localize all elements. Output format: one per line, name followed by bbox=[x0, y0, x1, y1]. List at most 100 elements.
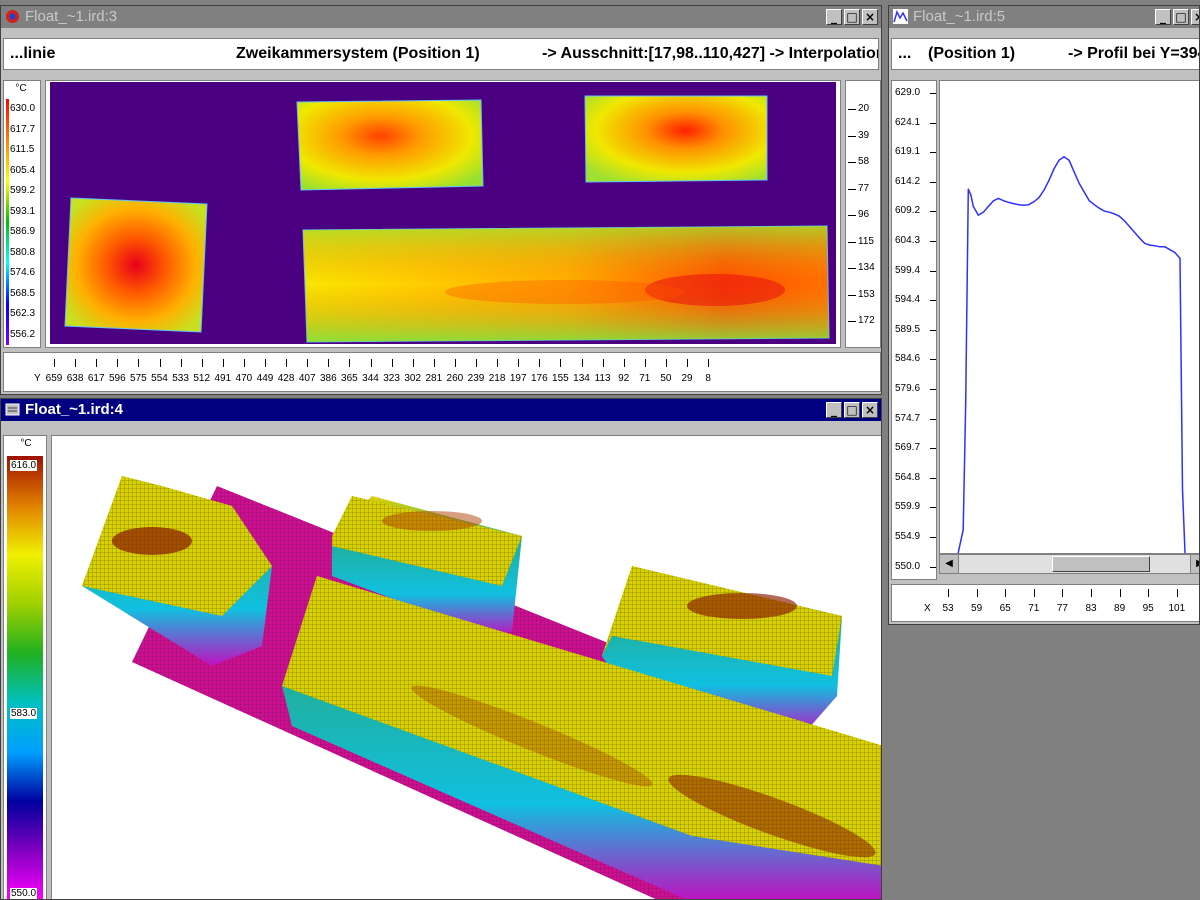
window-menu-icon[interactable] bbox=[5, 402, 20, 417]
tick-label: 96 bbox=[858, 209, 870, 220]
tick-mark bbox=[412, 359, 414, 367]
tick-label: 77 bbox=[858, 182, 870, 194]
tick-mark bbox=[976, 589, 978, 597]
profile-point bbox=[1033, 201, 1035, 203]
tick-mark bbox=[687, 359, 688, 367]
info-center: Zweikammersystem (Position 1) bbox=[236, 45, 480, 62]
tick-label: 323 bbox=[383, 373, 400, 384]
profile-infobar: ... (Position 1) -> Profil bei Y=394 bbox=[891, 38, 1199, 70]
tick-mark bbox=[1176, 589, 1178, 597]
tick-label: 599.4 bbox=[895, 264, 921, 276]
tick-label: 624.1 bbox=[895, 116, 921, 128]
tick-label: 59 bbox=[971, 603, 983, 614]
profile-point bbox=[965, 402, 967, 404]
profile-point bbox=[1093, 204, 1095, 206]
legend-label: 617.7 bbox=[10, 123, 36, 135]
maximize-icon[interactable]: □ bbox=[1173, 9, 1189, 25]
tick-mark bbox=[930, 300, 936, 302]
profile-point bbox=[1073, 171, 1075, 173]
tick-mark bbox=[948, 589, 949, 597]
tick-mark bbox=[54, 359, 55, 367]
tick-mark bbox=[848, 188, 856, 190]
tick-label: 659 bbox=[45, 373, 63, 384]
info-right: -> Ausschnitt:[17,98..110,427] -> Interp… bbox=[542, 45, 879, 62]
minimize-icon[interactable]: _ bbox=[826, 402, 842, 418]
tick-label: 113 bbox=[594, 373, 611, 384]
minimize-icon[interactable]: _ bbox=[1155, 9, 1171, 25]
tick-mark bbox=[930, 418, 936, 420]
tick-label: 281 bbox=[425, 373, 443, 384]
close-icon[interactable]: × bbox=[862, 9, 878, 25]
tick-label: 617 bbox=[87, 373, 105, 384]
legend-label: 605.4 bbox=[10, 164, 36, 176]
tick-mark bbox=[930, 241, 936, 242]
scroll-left-arrow-icon[interactable]: ◀ bbox=[940, 555, 959, 573]
tick-label: 155 bbox=[552, 373, 569, 384]
tick-mark bbox=[848, 241, 856, 243]
tick-mark bbox=[930, 359, 936, 361]
thermal-image[interactable] bbox=[45, 80, 841, 348]
tick-mark bbox=[433, 359, 435, 367]
close-icon[interactable]: × bbox=[1191, 9, 1199, 25]
profile-point bbox=[962, 529, 964, 531]
profile-point bbox=[1174, 252, 1176, 254]
tick-mark bbox=[930, 211, 936, 213]
surface3d-view[interactable] bbox=[51, 435, 881, 899]
profile-window: Float_~1.ird:5 _ □ × ... (Position 1) ->… bbox=[888, 5, 1200, 625]
profile-point bbox=[1018, 204, 1020, 206]
surface3d-legend: °C 616.0 583.0 550.0 bbox=[3, 435, 47, 899]
maximize-icon[interactable]: □ bbox=[844, 9, 860, 25]
tick-label: 629.0 bbox=[895, 87, 921, 98]
profile-point bbox=[1129, 226, 1131, 228]
tick-mark bbox=[708, 359, 710, 367]
surface3d-titlebar[interactable]: Float_~1.ird:4 _ □ × bbox=[1, 399, 881, 421]
profile-point bbox=[1053, 168, 1055, 170]
tick-label: 614.2 bbox=[895, 175, 921, 187]
axis-prefix: X bbox=[924, 603, 931, 614]
tick-mark bbox=[286, 359, 288, 367]
profile-x-axis: X 53 59 65 71 77 83 89 95 101 bbox=[891, 584, 1199, 622]
maximize-icon[interactable]: □ bbox=[844, 402, 860, 418]
tick-mark bbox=[930, 389, 936, 390]
profile-point bbox=[1002, 200, 1005, 202]
tick-mark bbox=[201, 359, 203, 367]
tick-mark bbox=[930, 122, 936, 124]
tick-label: 153 bbox=[858, 288, 875, 300]
profile-plot[interactable] bbox=[939, 80, 1199, 554]
horizontal-scrollbar[interactable]: ◀ ▶ bbox=[939, 554, 1199, 574]
legend-label: 593.1 bbox=[10, 205, 36, 217]
close-icon[interactable]: × bbox=[862, 402, 878, 418]
tick-mark bbox=[644, 359, 646, 367]
tick-label: 29 bbox=[681, 373, 693, 384]
scroll-thumb[interactable] bbox=[1052, 556, 1150, 572]
tick-label: 197 bbox=[509, 373, 527, 384]
info-center: (Position 1) bbox=[928, 45, 1016, 62]
profile-titlebar[interactable]: Float_~1.ird:5 _ □ × bbox=[889, 6, 1199, 28]
profile-point bbox=[1083, 191, 1085, 193]
profile-point bbox=[972, 205, 974, 207]
tick-mark bbox=[602, 359, 604, 367]
tick-mark bbox=[454, 359, 456, 367]
profile-y-axis: 629.0 624.1 619.1 614.2 609.2 604.3 599.4 594.4… bbox=[891, 80, 937, 580]
tick-mark bbox=[848, 162, 856, 163]
scroll-right-arrow-icon[interactable]: ▶ bbox=[1190, 555, 1199, 573]
tick-mark bbox=[665, 359, 667, 367]
tick-label: 575 bbox=[130, 373, 147, 384]
tick-mark bbox=[560, 359, 562, 367]
profile-series-line bbox=[957, 155, 1186, 553]
tick-label: 92 bbox=[618, 373, 630, 384]
profile-point bbox=[1068, 159, 1070, 161]
tick-mark bbox=[391, 359, 393, 367]
profile-point bbox=[1144, 242, 1146, 244]
thermogram-titlebar[interactable]: Float_~1.ird:3 _ □ × bbox=[1, 6, 881, 28]
minimize-icon[interactable]: _ bbox=[826, 9, 842, 25]
profile-point bbox=[967, 188, 969, 190]
tick-label: 344 bbox=[362, 373, 379, 384]
tick-label: 564.8 bbox=[895, 471, 921, 483]
tick-mark bbox=[1062, 589, 1064, 597]
tick-label: 428 bbox=[277, 373, 295, 384]
tick-mark bbox=[848, 268, 856, 269]
window-title: Float_~1.ird:4 bbox=[25, 401, 123, 418]
tick-label: 569.7 bbox=[895, 442, 921, 454]
tick-label: 8 bbox=[705, 373, 711, 384]
